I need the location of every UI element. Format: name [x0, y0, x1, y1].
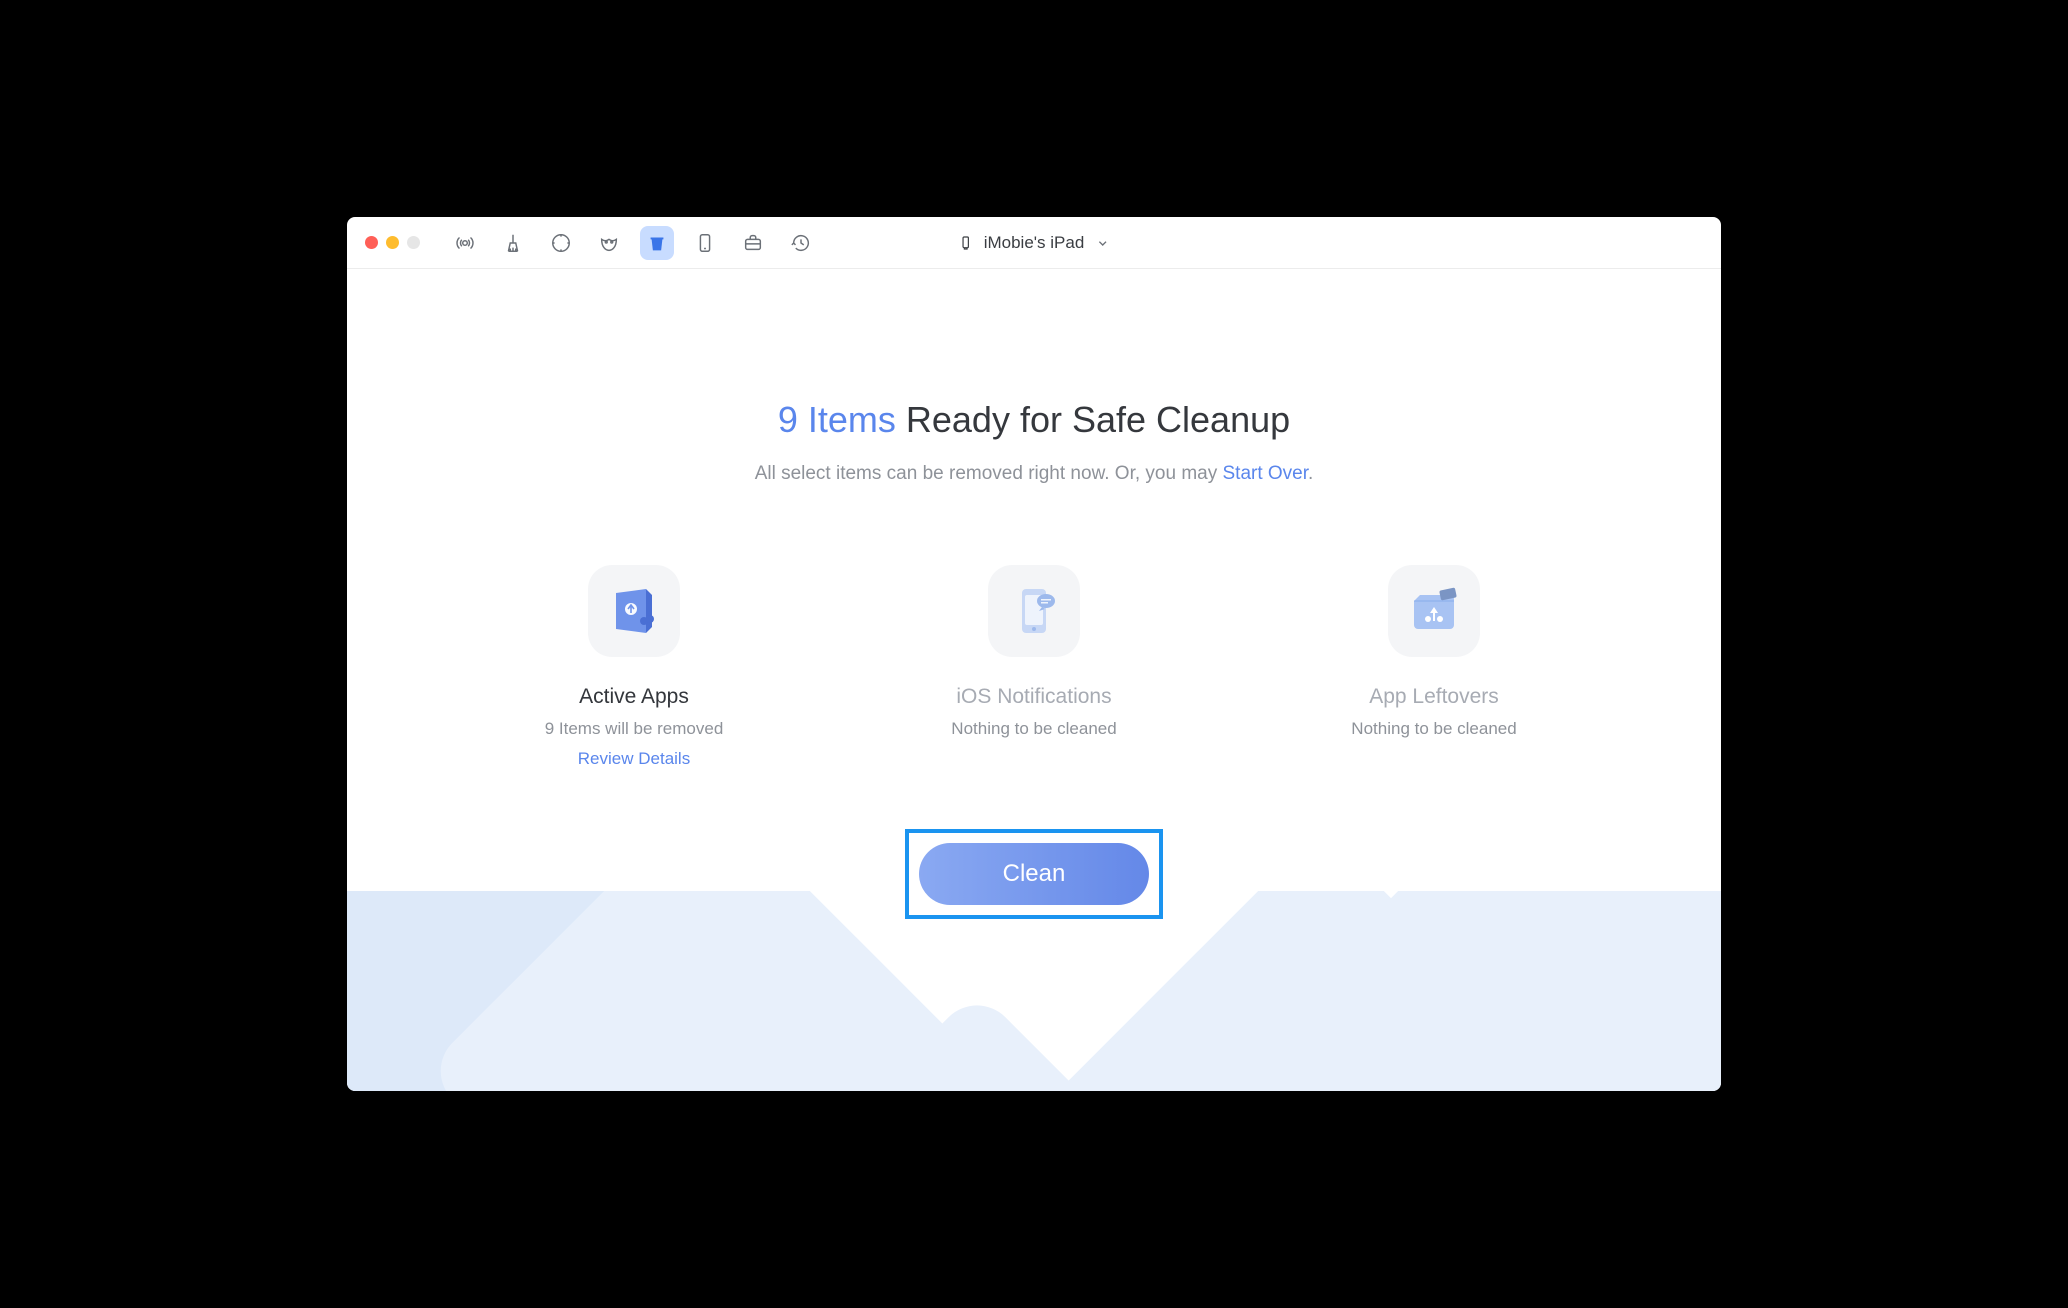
card-app-leftovers: App Leftovers Nothing to be cleaned	[1314, 565, 1554, 769]
clean-button-highlight: Clean	[905, 829, 1163, 919]
card-title: iOS Notifications	[956, 685, 1111, 709]
card-title: App Leftovers	[1369, 685, 1499, 709]
titlebar: iMobie's iPad	[347, 217, 1721, 269]
ios-notifications-icon	[988, 565, 1080, 657]
airdrop-icon[interactable]	[448, 226, 482, 260]
card-sub: Nothing to be cleaned	[951, 719, 1116, 739]
outer-frame: iMobie's iPad 9 Items Ready for Safe Cle…	[334, 204, 1734, 1104]
review-details-link[interactable]: Review Details	[578, 749, 690, 769]
history-icon[interactable]	[784, 226, 818, 260]
compass-icon[interactable]	[544, 226, 578, 260]
mask-icon[interactable]	[592, 226, 626, 260]
background-mountains	[347, 891, 1721, 1091]
window-maximize-button[interactable]	[407, 236, 420, 249]
item-count: 9 Items	[778, 399, 896, 440]
start-over-link[interactable]: Start Over	[1223, 463, 1309, 484]
active-apps-icon	[588, 565, 680, 657]
toolbar	[448, 226, 818, 260]
device-name: iMobie's iPad	[984, 233, 1085, 253]
card-sub: 9 Items will be removed	[545, 719, 724, 739]
page-subtitle: All select items can be removed right no…	[755, 463, 1314, 485]
card-title: Active Apps	[579, 685, 689, 709]
subtitle-prefix: All select items can be removed right no…	[755, 463, 1223, 484]
window-close-button[interactable]	[365, 236, 378, 249]
phone-icon[interactable]	[688, 226, 722, 260]
card-ios-notifications: iOS Notifications Nothing to be cleaned	[914, 565, 1154, 769]
subtitle-suffix: .	[1308, 463, 1313, 484]
device-icon	[958, 235, 974, 251]
clean-button[interactable]: Clean	[919, 843, 1149, 905]
main-content: 9 Items Ready for Safe Cleanup All selec…	[347, 269, 1721, 1091]
card-sub: Nothing to be cleaned	[1351, 719, 1516, 739]
page-title: 9 Items Ready for Safe Cleanup	[778, 399, 1290, 441]
device-selector[interactable]: iMobie's iPad	[958, 233, 1111, 253]
app-leftovers-icon	[1388, 565, 1480, 657]
broom-icon[interactable]	[496, 226, 530, 260]
trash-icon[interactable]	[640, 226, 674, 260]
app-window: iMobie's iPad 9 Items Ready for Safe Cle…	[347, 217, 1721, 1091]
briefcase-icon[interactable]	[736, 226, 770, 260]
category-cards: Active Apps 9 Items will be removed Revi…	[514, 565, 1554, 769]
window-minimize-button[interactable]	[386, 236, 399, 249]
card-active-apps: Active Apps 9 Items will be removed Revi…	[514, 565, 754, 769]
traffic-lights	[365, 236, 420, 249]
headline-rest: Ready for Safe Cleanup	[896, 399, 1290, 440]
chevron-down-icon	[1094, 235, 1110, 251]
